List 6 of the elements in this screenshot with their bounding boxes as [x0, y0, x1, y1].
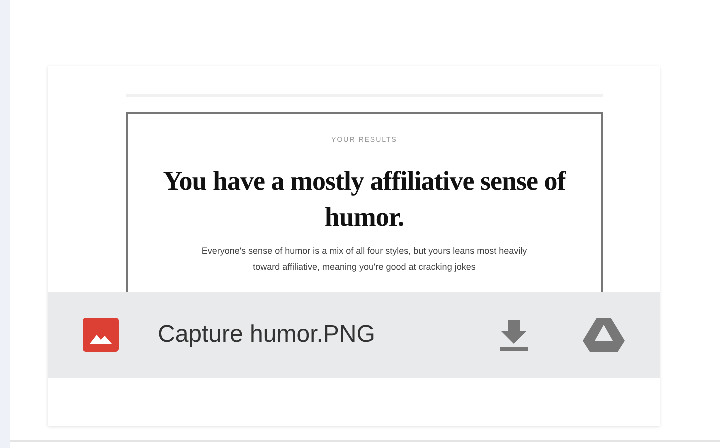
image-file-icon [83, 318, 119, 352]
file-name: Capture humor.PNG [158, 320, 376, 350]
result-description: Everyone's sense of humor is a mix of all four styles, but yours leans most heavily toward affiliative, meaning you're good at cracking jokes [200, 244, 528, 274]
triangle-icon[interactable] [583, 317, 625, 353]
download-icon[interactable] [499, 318, 529, 352]
result-title: You have a mostly affiliative sense of humor. [162, 164, 568, 234]
